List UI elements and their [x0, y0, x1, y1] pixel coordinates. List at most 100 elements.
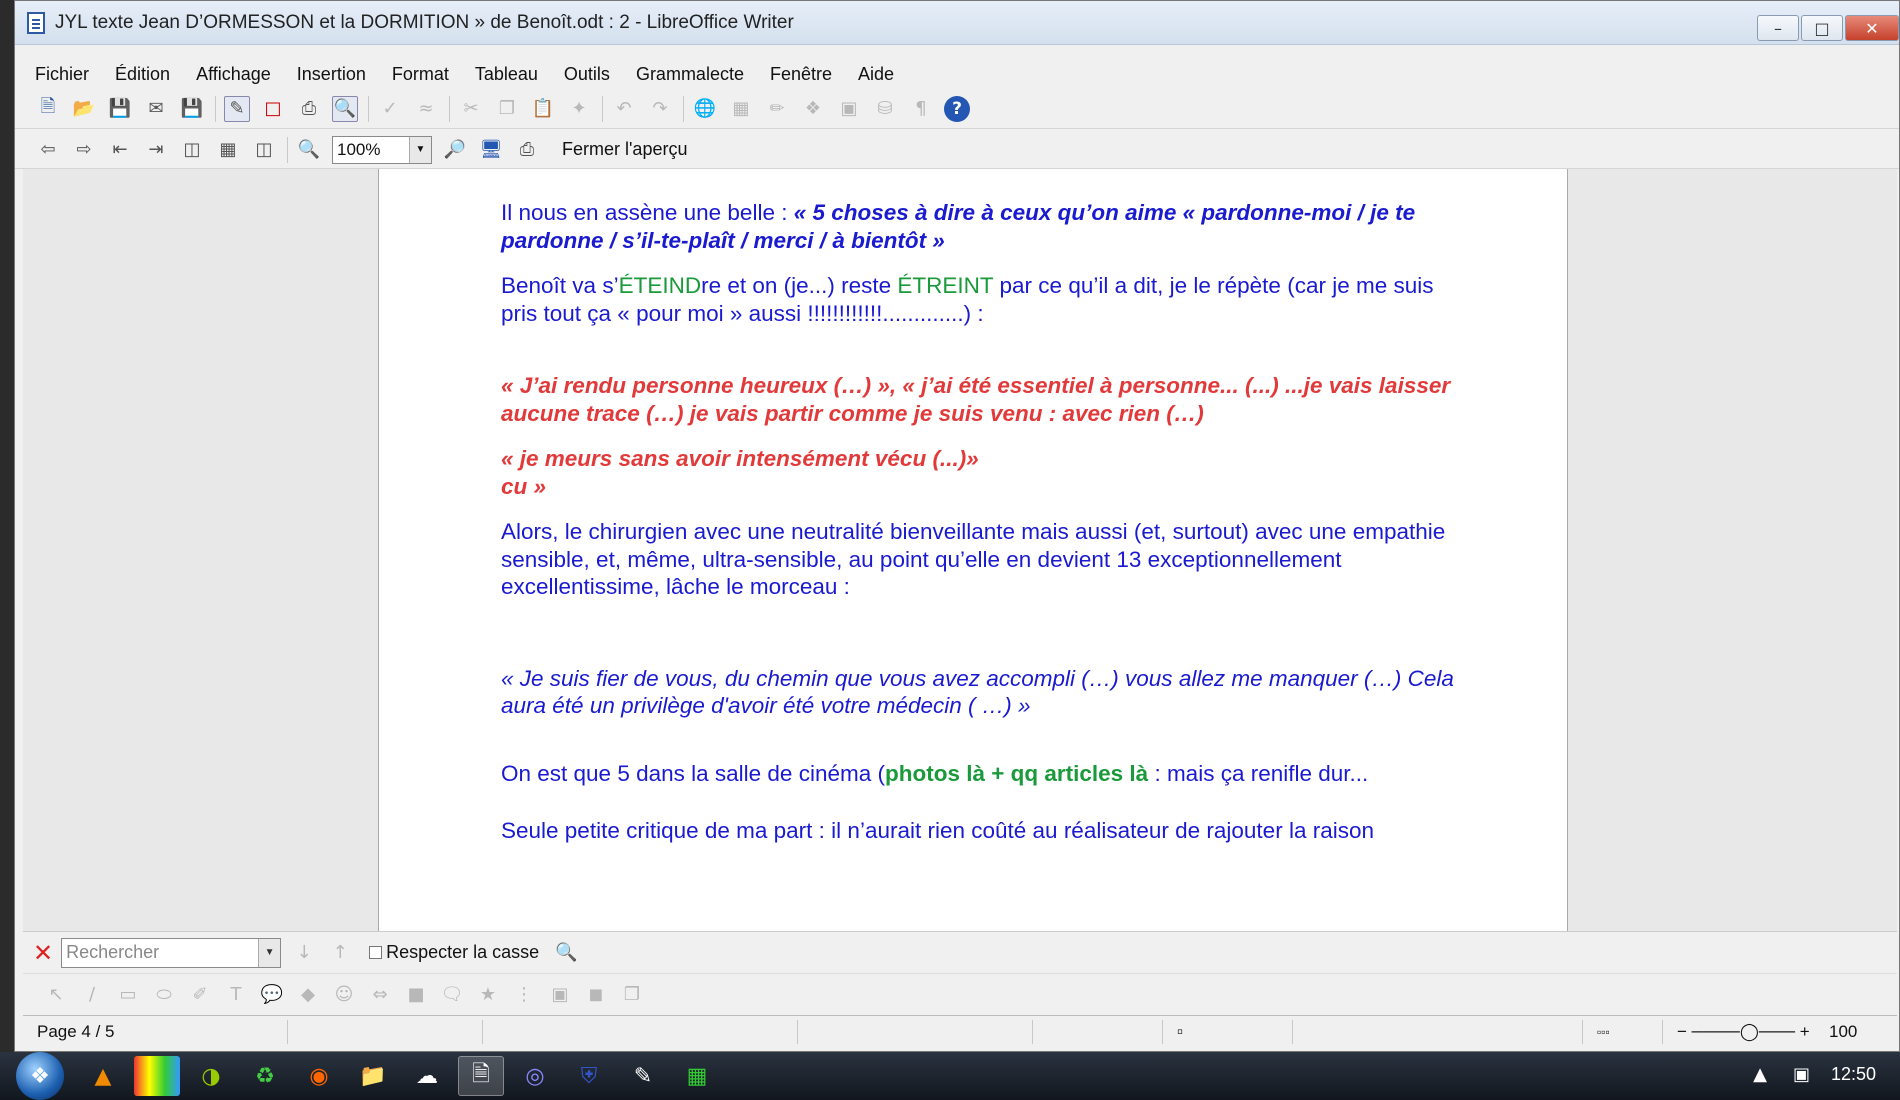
undo-icon[interactable]: ↶: [611, 96, 637, 122]
autospell-icon[interactable]: ≈: [413, 96, 439, 122]
print-preview-icon[interactable]: 🔍: [332, 95, 358, 122]
line-icon[interactable]: ∕: [79, 982, 105, 1008]
calc-app-icon[interactable]: ▦: [674, 1056, 720, 1096]
close-find-icon[interactable]: ✕: [33, 939, 53, 967]
find-replace-icon[interactable]: 🔍: [553, 940, 579, 966]
save-remote-icon[interactable]: 💾: [179, 96, 205, 122]
photo-app-icon[interactable]: [134, 1056, 180, 1096]
find-previous-icon[interactable]: ↑: [327, 940, 353, 966]
data-sources-icon[interactable]: ⛁: [872, 96, 898, 122]
help-icon[interactable]: ?: [944, 95, 970, 122]
menu-format[interactable]: Format: [392, 64, 449, 85]
save-icon[interactable]: 💾: [107, 96, 133, 122]
zoom-percent[interactable]: 100: [1823, 1020, 1857, 1044]
shield-app-icon[interactable]: ⛨: [566, 1056, 612, 1096]
minimize-button[interactable]: –: [1757, 15, 1799, 41]
menu-fichier[interactable]: Fichier: [35, 64, 89, 85]
fontwork-icon[interactable]: ▣: [547, 982, 573, 1008]
menu-outils[interactable]: Outils: [564, 64, 610, 85]
document-modified-icon[interactable]: ▫: [1163, 1019, 1293, 1044]
stars-icon[interactable]: ★: [475, 982, 501, 1008]
table-icon[interactable]: ▦: [728, 96, 754, 122]
flowchart-icon[interactable]: ■: [403, 982, 429, 1008]
chevron-down-icon[interactable]: ▼: [258, 938, 281, 967]
menu-grammalecte[interactable]: Grammalecte: [636, 64, 744, 85]
menu-insertion[interactable]: Insertion: [297, 64, 366, 85]
last-page-icon[interactable]: ⇥: [143, 137, 169, 163]
extrusion-icon[interactable]: ❐: [619, 982, 645, 1008]
callouts-icon[interactable]: 🗨: [439, 982, 465, 1008]
view-layout-icon[interactable]: ▫▫▫: [1583, 1019, 1663, 1044]
print-icon[interactable]: ⎙: [296, 96, 322, 122]
block-arrows-icon[interactable]: ⇔: [367, 982, 393, 1008]
clock[interactable]: 12:50: [1831, 1064, 1876, 1085]
gallery-icon[interactable]: ▣: [836, 96, 862, 122]
points-icon[interactable]: ⋮: [511, 982, 537, 1008]
open-folder-icon[interactable]: 📂: [71, 96, 97, 122]
book-preview-icon[interactable]: ◫: [251, 137, 277, 163]
zoom-slider[interactable]: − ────◯─── +: [1663, 1020, 1823, 1044]
close-preview-button[interactable]: Fermer l'aperçu: [562, 139, 687, 160]
action-center-icon[interactable]: ▣: [1793, 1064, 1810, 1085]
network-app-icon[interactable]: ☁: [404, 1056, 450, 1096]
notepad-app-icon[interactable]: ✎: [620, 1056, 666, 1096]
find-next-icon[interactable]: ↓: [291, 940, 317, 966]
search-input[interactable]: Rechercher ▼: [61, 937, 282, 968]
spellcheck-icon[interactable]: ✓: [377, 96, 403, 122]
close-button[interactable]: ✕: [1845, 15, 1899, 41]
print-icon[interactable]: ⎙: [514, 137, 540, 163]
redo-icon[interactable]: ↷: [647, 96, 673, 122]
hyperlink-icon[interactable]: 🌐: [692, 96, 718, 122]
zoom-select[interactable]: 100% ▼: [332, 135, 432, 164]
start-button[interactable]: ❖: [16, 1052, 64, 1100]
formatting-marks-icon[interactable]: ¶: [908, 96, 934, 122]
two-pages-icon[interactable]: ◫: [179, 137, 205, 163]
select-arrow-icon[interactable]: ↖: [43, 982, 69, 1008]
cut-icon[interactable]: ✂: [458, 96, 484, 122]
freeform-icon[interactable]: ✐: [187, 982, 213, 1008]
draw-functions-icon[interactable]: ✏: [764, 96, 790, 122]
first-page-icon[interactable]: ⇤: [107, 137, 133, 163]
zoom-out-icon[interactable]: 🔎: [442, 137, 468, 163]
menu-affichage[interactable]: Affichage: [196, 64, 271, 85]
email-icon[interactable]: ✉: [143, 96, 169, 122]
green-app-icon[interactable]: ◑: [188, 1056, 234, 1096]
from-file-icon[interactable]: ◼: [583, 982, 609, 1008]
file-explorer-icon[interactable]: 📁: [350, 1056, 396, 1096]
zoom-in-icon[interactable]: 🔍: [296, 137, 322, 163]
menu-aide[interactable]: Aide: [858, 64, 894, 85]
menu-fenetre[interactable]: Fenêtre: [770, 64, 832, 85]
navigator-icon[interactable]: ❖: [800, 96, 826, 122]
clone-format-icon[interactable]: ✦: [566, 96, 592, 122]
multiple-pages-icon[interactable]: ▦: [215, 137, 241, 163]
maximize-button[interactable]: □: [1801, 15, 1843, 41]
edit-mode-icon[interactable]: ✎: [224, 95, 250, 122]
menu-edition[interactable]: Édition: [115, 64, 170, 85]
vlc-icon[interactable]: ▲: [80, 1056, 126, 1096]
ellipse-icon[interactable]: ⬭: [151, 982, 177, 1008]
page-indicator[interactable]: Page 4 / 5: [23, 1019, 288, 1044]
match-case-checkbox[interactable]: Respecter la casse: [369, 942, 539, 963]
firefox-icon[interactable]: ◉: [296, 1056, 342, 1096]
symbol-shapes-icon[interactable]: ☺: [331, 982, 357, 1008]
disc-app-icon[interactable]: ◎: [512, 1056, 558, 1096]
checkbox-icon[interactable]: [369, 946, 383, 959]
rectangle-icon[interactable]: ▭: [115, 982, 141, 1008]
copy-icon[interactable]: ❐: [494, 96, 520, 122]
previous-page-icon[interactable]: ⇦: [35, 137, 61, 163]
recycle-app-icon[interactable]: ♻: [242, 1056, 288, 1096]
print-preview-toolbar: ⇦ ⇨ ⇤ ⇥ ◫ ▦ ◫ 🔍 100% ▼ 🔎 🖥 ⎙ Fermer l'ap…: [15, 131, 1899, 169]
menu-tableau[interactable]: Tableau: [475, 64, 538, 85]
tray-expand-icon[interactable]: ▲: [1753, 1064, 1767, 1085]
new-document-icon[interactable]: 🗎: [35, 96, 61, 122]
basic-shapes-icon[interactable]: ◆: [295, 982, 321, 1008]
writer-taskbar-icon[interactable]: 🗎: [458, 1056, 504, 1096]
callout-icon[interactable]: 💬: [259, 982, 285, 1008]
export-pdf-icon[interactable]: □: [260, 96, 286, 122]
full-screen-icon[interactable]: 🖥: [478, 137, 504, 163]
paste-icon[interactable]: 📋: [530, 96, 556, 122]
next-page-icon[interactable]: ⇨: [71, 137, 97, 163]
text-icon[interactable]: T: [223, 982, 249, 1008]
document-area[interactable]: Il nous en assène une belle : « 5 choses…: [23, 169, 1897, 931]
chevron-down-icon[interactable]: ▼: [409, 136, 431, 163]
